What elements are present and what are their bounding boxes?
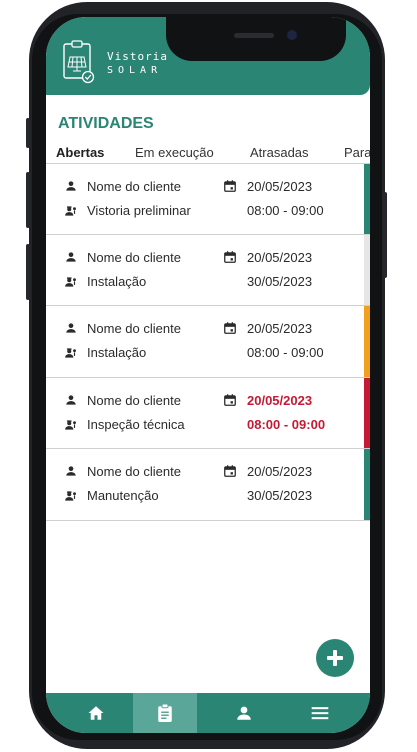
service-type: Inspeção técnica [87, 416, 185, 432]
activity-date: 20/05/2023 [247, 464, 313, 479]
activity-detail: 08:00 - 09:00 [247, 345, 324, 360]
worker-icon [65, 276, 76, 287]
person-icon [66, 466, 76, 476]
person-icon [66, 394, 76, 405]
activity-detail: 08:00 - 09:00 [247, 416, 326, 432]
status-indicator [364, 377, 370, 448]
worker-icon [65, 419, 76, 430]
status-tabs: Abertas Em execução Atrasadas Para [56, 145, 370, 165]
service-type: Instalação [87, 345, 147, 360]
tab-em-execucao[interactable]: Em execução [135, 145, 214, 160]
phone-side-button [26, 118, 30, 148]
page-title: ATIVIDADES [58, 115, 154, 132]
phone-power-button [383, 192, 387, 278]
home-icon [88, 706, 104, 720]
service-type: Instalação [87, 273, 147, 289]
activity-date: 20/05/2023 [247, 179, 313, 194]
status-indicator [364, 449, 370, 520]
calendar-icon [224, 393, 236, 406]
clipboard-solar-logo-icon [63, 40, 95, 84]
activity-date: 20/05/2023 [247, 392, 313, 408]
nav-profile[interactable] [212, 693, 276, 733]
client-name: Nome do cliente [87, 249, 181, 265]
activity-date: 20/05/2023 [247, 249, 313, 265]
client-name: Nome do cliente [87, 464, 181, 479]
logo-line2: SOLAR [107, 65, 163, 76]
activity-card[interactable]: Nome do cliente Vistoria preliminar 20/0… [46, 163, 370, 235]
worker-icon [65, 491, 76, 501]
tab-atrasadas[interactable]: Atrasadas [250, 145, 309, 160]
client-name: Nome do cliente [87, 179, 181, 194]
app-logo-text: Vistoria SOLAR [107, 50, 168, 76]
logo-line1: Vistoria [107, 50, 168, 63]
status-indicator [364, 164, 370, 234]
activity-card[interactable]: Nome do cliente Manutenção 20/05/2023 30… [46, 449, 370, 521]
client-name: Nome do cliente [87, 321, 181, 336]
person-icon [237, 706, 251, 720]
activity-card[interactable]: Nome do cliente Inspeção técnica 20/05/2… [46, 377, 370, 449]
phone-notch [166, 17, 346, 61]
nav-activities[interactable] [133, 693, 197, 733]
person-icon [66, 181, 76, 191]
front-camera [287, 30, 297, 40]
service-type: Vistoria preliminar [87, 203, 191, 218]
add-activity-button[interactable] [316, 639, 354, 677]
status-indicator [364, 234, 370, 305]
tab-abertas[interactable]: Abertas [56, 145, 104, 160]
calendar-icon [224, 465, 236, 477]
activity-detail: 30/05/2023 [247, 273, 313, 289]
phone-volume-up [26, 172, 30, 228]
activity-card[interactable]: Nome do cliente Instalação 20/05/2023 30… [46, 234, 370, 306]
speaker-grille [234, 33, 274, 38]
person-icon [66, 323, 76, 333]
nav-menu[interactable] [288, 693, 352, 733]
clipboard-icon [158, 703, 172, 722]
worker-icon [65, 348, 76, 358]
calendar-icon [224, 180, 236, 192]
phone-volume-down [26, 244, 30, 300]
activity-list: Nome do cliente Vistoria preliminar 20/0… [46, 163, 370, 521]
calendar-icon [224, 322, 236, 334]
calendar-icon [224, 250, 236, 263]
menu-icon [311, 707, 329, 720]
status-indicator [364, 306, 370, 377]
person-icon [66, 251, 76, 262]
activity-date: 20/05/2023 [247, 321, 313, 336]
bottom-nav [46, 693, 370, 733]
app-screen: Vistoria SOLAR ATIVIDADES Abertas Em exe… [46, 17, 370, 733]
activity-card[interactable]: Nome do cliente Instalação 20/05/2023 08… [46, 306, 370, 378]
worker-icon [65, 206, 76, 216]
service-type: Manutenção [87, 488, 159, 503]
activity-detail: 30/05/2023 [247, 488, 313, 503]
tab-para[interactable]: Para [344, 145, 370, 160]
plus-icon [327, 650, 343, 666]
activity-detail: 08:00 - 09:00 [247, 203, 324, 218]
client-name: Nome do cliente [87, 392, 181, 408]
nav-home[interactable] [64, 693, 128, 733]
